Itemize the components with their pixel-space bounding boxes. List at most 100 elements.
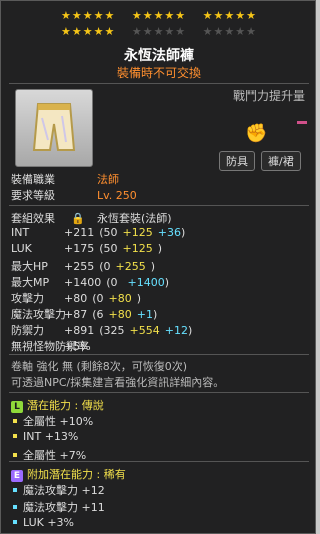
stat-total: +1400 <box>64 276 102 289</box>
stat-row: 防禦力 +891 (325 +554 +12) <box>11 322 192 338</box>
stat-close: ) <box>136 292 142 305</box>
stat-starforce: +1 <box>136 308 153 321</box>
power-change-indicator <box>297 121 307 124</box>
divider <box>9 461 309 462</box>
stat-total: +80 <box>64 292 88 305</box>
pants-icon <box>32 103 76 151</box>
stat-starforce: +1400 <box>127 276 165 289</box>
stat-close: ) <box>164 276 170 289</box>
potential-value: 魔法攻擊力 +11 <box>23 501 105 514</box>
stat-bonus: +80 <box>108 308 132 321</box>
level-label: 要求等級 <box>11 189 55 202</box>
category-chip-armor: 防具 <box>219 151 255 171</box>
stat-label: 防禦力 <box>11 324 44 337</box>
trade-restriction: 裝備時不可交換 <box>116 66 201 80</box>
job-label: 裝備職業 <box>11 173 55 186</box>
potential-title: 潛在能力 : 傳說 <box>27 399 104 412</box>
set-effect: 套組效果 🔒 永恆套裝(法師) <box>11 210 172 226</box>
stat-starforce: +12 <box>164 324 188 337</box>
additional-potential-header: E 附加潛在能力 : 稀有 <box>11 466 126 482</box>
stat-bonus: +125 <box>122 226 153 239</box>
stat-label: LUK <box>11 242 32 255</box>
stat-close: ) <box>152 308 158 321</box>
star-force-row-2: ★★★★★ ★★★★★ ★★★★★ <box>1 25 317 38</box>
stat-label: 最大MP <box>11 276 50 289</box>
stat-row: 最大MP +1400 (0 +1400) <box>11 274 169 290</box>
bullet-icon <box>13 453 17 457</box>
stat-label: 魔法攻擊力 <box>11 308 66 321</box>
stat-label: INT <box>11 226 30 239</box>
potential-value: 全屬性 +10% <box>23 415 94 428</box>
star-group: ★★★★★ <box>202 9 257 22</box>
divider <box>9 354 309 355</box>
potential-value: INT +13% <box>23 430 79 443</box>
glove-icon: ✊ <box>245 123 268 144</box>
stat-base: (50 <box>99 226 118 239</box>
stat-total: +211 <box>64 226 95 239</box>
bullet-icon <box>13 505 17 509</box>
star-group-empty: ★★★★★ <box>202 25 257 38</box>
bullet-icon <box>13 488 17 492</box>
star-force-row-1: ★★★★★ ★★★★★ ★★★★★ <box>1 9 317 22</box>
potential-line: 魔法攻擊力 +11 <box>11 499 105 515</box>
stat-bonus: +554 <box>129 324 160 337</box>
potential-line: INT +13% <box>11 430 78 443</box>
set-effect-value: 永恆套裝(法師) <box>97 212 172 225</box>
bullet-icon <box>13 419 17 423</box>
stat-close: ) <box>150 260 156 273</box>
item-tooltip: ★★★★★ ★★★★★ ★★★★★ ★★★★★ ★★★★★ ★★★★★ 永恆法師… <box>0 0 316 534</box>
star-group: ★★★★★ <box>131 9 187 22</box>
stat-row: INT +211 (50 +125 +36) <box>11 226 185 239</box>
stat-bonus: +80 <box>108 292 132 305</box>
stat-row: 攻擊力 +80 (0 +80) <box>11 290 141 306</box>
stat-total: +5% <box>64 340 91 353</box>
stat-base: (0 <box>106 276 118 289</box>
stat-label: 最大HP <box>11 260 48 273</box>
stat-row: 魔法攻擊力+87 (6 +80 +1) <box>11 306 157 322</box>
potential-value: 魔法攻擊力 +12 <box>23 484 105 497</box>
level-value: Lv. 250 <box>97 189 137 202</box>
enhancement-hint: 可透過NPC/採集建言看強化資訊詳細內容。 <box>11 376 225 389</box>
stat-bonus: +125 <box>122 242 153 255</box>
stat-base: (6 <box>92 308 104 321</box>
legendary-tag-icon: L <box>11 401 23 413</box>
stat-row: LUK +175 (50 +125) <box>11 242 162 255</box>
stat-base: (0 <box>99 260 111 273</box>
stat-total: +175 <box>64 242 95 255</box>
set-effect-label: 套組效果 <box>11 212 55 225</box>
divider <box>9 83 309 84</box>
bullet-icon <box>13 520 17 524</box>
stat-close: ) <box>180 226 186 239</box>
stat-base: (325 <box>99 324 125 337</box>
item-name: 永恆法師褲 <box>124 48 194 64</box>
stat-base: (50 <box>99 242 118 255</box>
stat-label: 無視怪物防禦率 <box>11 340 88 353</box>
lock-icon: 🔒 <box>71 212 85 225</box>
level-requirement: 要求等級 Lv. 250 <box>11 187 137 203</box>
scroll-info: 卷軸 強化 無 (剩餘8次，可恢復0次) <box>11 360 188 373</box>
job-requirement: 裝備職業 法師 <box>11 171 119 187</box>
job-value: 法師 <box>97 173 119 186</box>
combat-power-label: 戰鬥力提升量 <box>233 89 306 103</box>
divider <box>9 205 309 206</box>
rare-tag-icon: E <box>11 470 23 482</box>
potential-line: LUK +3% <box>11 516 74 529</box>
stat-total: +891 <box>64 324 95 337</box>
stat-label: 攻擊力 <box>11 292 44 305</box>
stat-total: +255 <box>64 260 95 273</box>
star-group-empty: ★★★★★ <box>131 25 187 38</box>
potential-value: LUK +3% <box>23 516 75 529</box>
additional-potential-title: 附加潛在能力 : 稀有 <box>27 468 126 481</box>
stat-row: 最大HP +255 (0 +255) <box>11 258 155 274</box>
star-group: ★★★★★ <box>61 9 116 22</box>
stat-row: 無視怪物防禦率+5% <box>11 338 106 354</box>
stat-total: +87 <box>64 308 88 321</box>
item-icon <box>15 89 93 167</box>
star-group: ★★★★★ <box>61 25 116 38</box>
potential-line: 全屬性 +10% <box>11 413 93 429</box>
divider <box>9 392 309 393</box>
stat-starforce: +36 <box>157 226 181 239</box>
potential-line: 魔法攻擊力 +12 <box>11 482 105 498</box>
stat-close: ) <box>187 324 193 337</box>
stat-bonus: +255 <box>115 260 146 273</box>
